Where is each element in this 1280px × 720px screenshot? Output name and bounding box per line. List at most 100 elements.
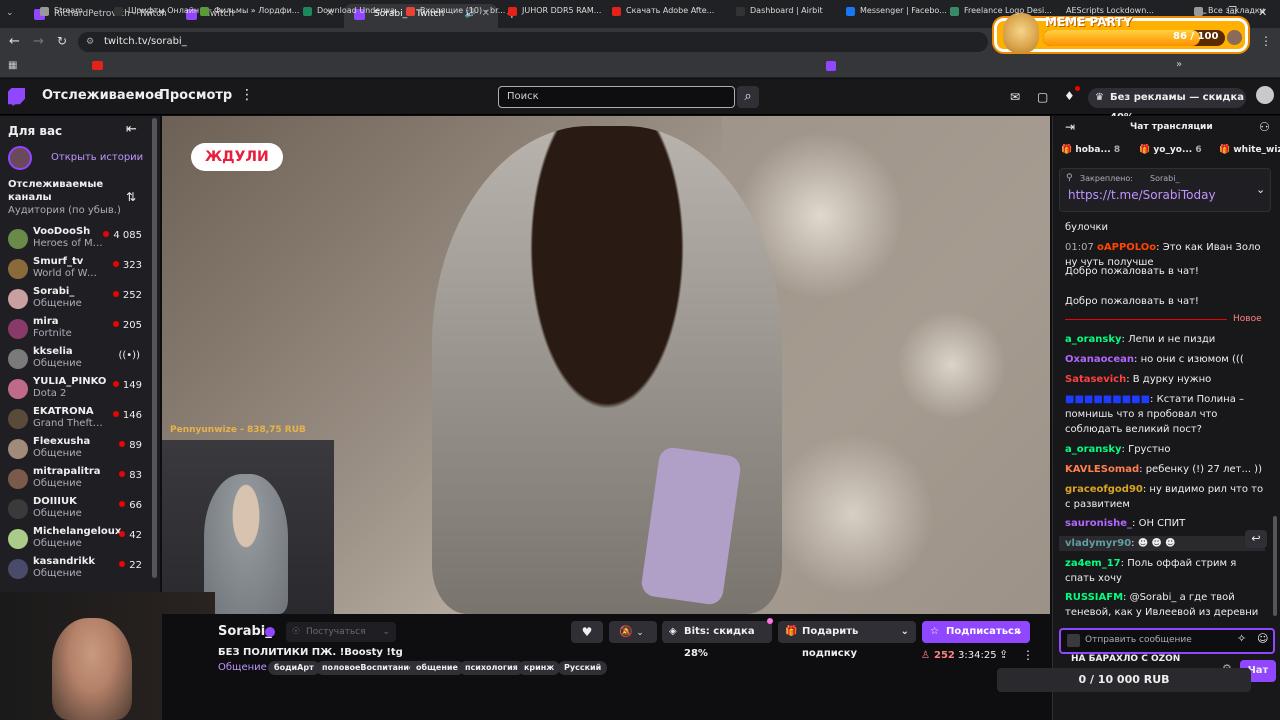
- bits-icon[interactable]: ✧: [1237, 632, 1246, 645]
- notification-bell-button[interactable]: 🔕 ⌄: [609, 621, 657, 643]
- video-player[interactable]: ЖДУЛИ Pennyunwize - 838,75 RUB: [162, 116, 1050, 614]
- bookmark-aescripts[interactable]: AEScripts Lockdown...: [1052, 3, 1154, 19]
- sidebar-channel[interactable]: VooDooSh Heroes of Mi... 4 085: [8, 226, 148, 256]
- chat-username[interactable]: graceofgod90: [1065, 484, 1143, 495]
- sidebar-channel[interactable]: Fleexusha Общение 89: [8, 436, 148, 466]
- sidebar-channel[interactable]: Sorabi_ Общение 252: [8, 286, 148, 316]
- bookmark-freelance[interactable]: Freelance Logo Desi...: [950, 3, 1052, 19]
- chat-username[interactable]: a_oransky: [1065, 444, 1122, 455]
- reload-icon[interactable]: ↻: [57, 34, 67, 48]
- nav-following[interactable]: Отслеживаемое: [42, 88, 163, 103]
- forward-arrow-icon[interactable]: →: [33, 34, 44, 49]
- bookmark-twitch-icon[interactable]: [826, 61, 836, 71]
- sidebar-channel[interactable]: Michelangeloux Общение 42: [8, 526, 148, 556]
- chat-username[interactable]: a_oransky: [1065, 334, 1122, 345]
- bookmark-all[interactable]: Все закладки: [1194, 3, 1265, 19]
- channel-category: Общение: [33, 448, 82, 459]
- whispers-icon[interactable]: ▢: [1037, 90, 1048, 104]
- chat-username[interactable]: sauronishe_: [1065, 518, 1132, 529]
- share-icon[interactable]: ⇪: [999, 648, 1008, 661]
- pinned-message[interactable]: ⚲ Закреплено: Sorabi_ https://t.me/Sorab…: [1059, 168, 1271, 212]
- collapse-sidebar-icon[interactable]: ⇤: [126, 122, 137, 137]
- sidebar-channel[interactable]: DOIIIUK Общение 66: [8, 496, 148, 526]
- chat-users-icon[interactable]: ⚇: [1259, 120, 1270, 134]
- apps-icon[interactable]: ▦: [8, 60, 17, 71]
- adfree-button[interactable]: ♛ Без рекламы — скидка 40%: [1088, 88, 1246, 123]
- address-bar[interactable]: ⚙ twitch.tv/sorabi_: [78, 32, 988, 52]
- chat-username[interactable]: za4em_17: [1065, 558, 1121, 569]
- back-arrow-icon[interactable]: ←: [9, 34, 20, 49]
- top-gifter-2[interactable]: 🎁 yo_yo... 6: [1139, 145, 1202, 155]
- chat-scrollbar[interactable]: [1273, 516, 1277, 616]
- tag-communication[interactable]: общение: [410, 661, 464, 675]
- nav-browse[interactable]: Просмотр: [159, 88, 232, 103]
- chevron-down-icon[interactable]: ⌄: [1256, 183, 1265, 196]
- tag-cringe[interactable]: кринж: [518, 661, 561, 675]
- collapse-chat-icon[interactable]: ⇥: [1065, 120, 1075, 134]
- meme-party-widget[interactable]: MEME PARTY 86 / 100: [994, 13, 1248, 53]
- sidebar-channel[interactable]: kkselia Общение ((•)): [8, 346, 148, 376]
- stories-avatar[interactable]: [8, 146, 32, 170]
- follow-button[interactable]: ☉ Постучаться ⌄: [286, 622, 396, 642]
- heart-button[interactable]: ♥: [571, 621, 603, 643]
- gift-sub-button[interactable]: 🎁 Подарить подписку ⌄: [778, 621, 916, 659]
- chat-username[interactable]: vladymyr90: [1065, 538, 1131, 549]
- more-options-icon[interactable]: ⋮: [240, 87, 254, 103]
- reply-icon[interactable]: ↩: [1245, 530, 1267, 548]
- bookmark-inbox[interactable]: Входящие (10) - br...: [406, 3, 505, 19]
- user-avatar[interactable]: [1256, 86, 1274, 104]
- chat-input[interactable]: Отправить сообщение ✧ ☺: [1059, 628, 1275, 654]
- bookmark-airbit[interactable]: Dashboard | Airbit: [736, 3, 823, 19]
- sidebar-channel[interactable]: mira Fortnite 205: [8, 316, 148, 346]
- search-icon[interactable]: ⌕: [737, 86, 759, 108]
- bookmark-youtube-icon[interactable]: [92, 61, 103, 70]
- inbox-icon[interactable]: ✉: [1010, 90, 1020, 104]
- channel-name: Smurf_tv: [33, 256, 84, 267]
- chat-username[interactable]: KAVLESomad: [1065, 464, 1139, 475]
- chat-text: :: [1131, 538, 1135, 549]
- bookmark-messenger[interactable]: Messenger | Facebo...: [846, 3, 947, 19]
- tag-bodyart[interactable]: бодиАрт: [268, 661, 320, 675]
- top-gifter-1[interactable]: 🎁 hoba... 8: [1061, 145, 1120, 155]
- browser-menu-icon[interactable]: ⋮: [1260, 34, 1272, 48]
- avatar: [8, 259, 28, 279]
- sidebar-channel[interactable]: mitrapalitra Общение 83: [8, 466, 148, 496]
- top-gifter-3[interactable]: 🎁 white_wiz: [1219, 145, 1280, 155]
- tag-sex-ed[interactable]: половоеВоспитание: [316, 661, 421, 675]
- more-options-icon[interactable]: ⋮: [1022, 648, 1034, 662]
- sidebar-channel[interactable]: kasandrikk Общение 22: [8, 556, 148, 586]
- sidebar-channel[interactable]: EKATRONA Grand Theft Au... 146: [8, 406, 148, 436]
- open-stories-link[interactable]: Открыть истории: [51, 152, 143, 163]
- bookmark-adobe[interactable]: Скачать Adobe Afte...: [612, 3, 714, 19]
- chat-username[interactable]: Satasevich: [1065, 374, 1126, 385]
- bookmark-films[interactable]: Фильмы » Лордфи...: [200, 3, 299, 19]
- tab-search-icon[interactable]: ⌄: [6, 8, 20, 20]
- chat-message: Oxanaocean: но они с изюмом (((: [1065, 352, 1265, 367]
- bookmark-fonts[interactable]: Шрифты Онлайн: [114, 3, 199, 19]
- chat-username[interactable]: Oxanaocean: [1065, 354, 1134, 365]
- bookmark-stream[interactable]: Stream: [40, 3, 83, 19]
- bookmark-juhor[interactable]: JUHOR DDR5 RAM...: [508, 3, 601, 19]
- bits-button[interactable]: ◈ Bits: скидка 28%: [662, 621, 772, 659]
- chat-username[interactable]: RUSSIAFM: [1065, 592, 1123, 603]
- site-info-icon[interactable]: ⚙: [86, 32, 94, 52]
- bookmark-download[interactable]: Download Underwa...: [303, 3, 403, 19]
- crown-icon[interactable]: ♦: [1064, 89, 1075, 103]
- sort-icon[interactable]: ⇅: [126, 190, 136, 204]
- tag-russian[interactable]: Русский: [558, 661, 608, 675]
- chat-username-blurred[interactable]: ■■■■■■■■■: [1065, 394, 1150, 405]
- sidebar-channel[interactable]: Smurf_tv World of Warcr... 323: [8, 256, 148, 286]
- subscribe-button[interactable]: ☆ Подписаться ⌄: [922, 621, 1030, 643]
- tag-psychology[interactable]: психология: [459, 661, 524, 675]
- pinned-link[interactable]: https://t.me/SorabiToday: [1068, 188, 1216, 202]
- chat-username[interactable]: oAPPOLOo: [1097, 242, 1156, 253]
- bookmarks-overflow-icon[interactable]: »: [1176, 59, 1182, 70]
- sidebar-scrollbar[interactable]: [152, 118, 157, 578]
- sidebar-channel[interactable]: YULIA_PINKO Dota 2 149: [8, 376, 148, 406]
- category-link[interactable]: Общение: [218, 662, 267, 673]
- chevron-down-icon: ⌄: [1014, 626, 1023, 637]
- search-input[interactable]: Поиск: [498, 86, 735, 108]
- emote-icon[interactable]: ☺: [1257, 632, 1268, 645]
- badge-icon[interactable]: [1067, 634, 1080, 647]
- channel-name[interactable]: Sorabi_: [218, 624, 272, 639]
